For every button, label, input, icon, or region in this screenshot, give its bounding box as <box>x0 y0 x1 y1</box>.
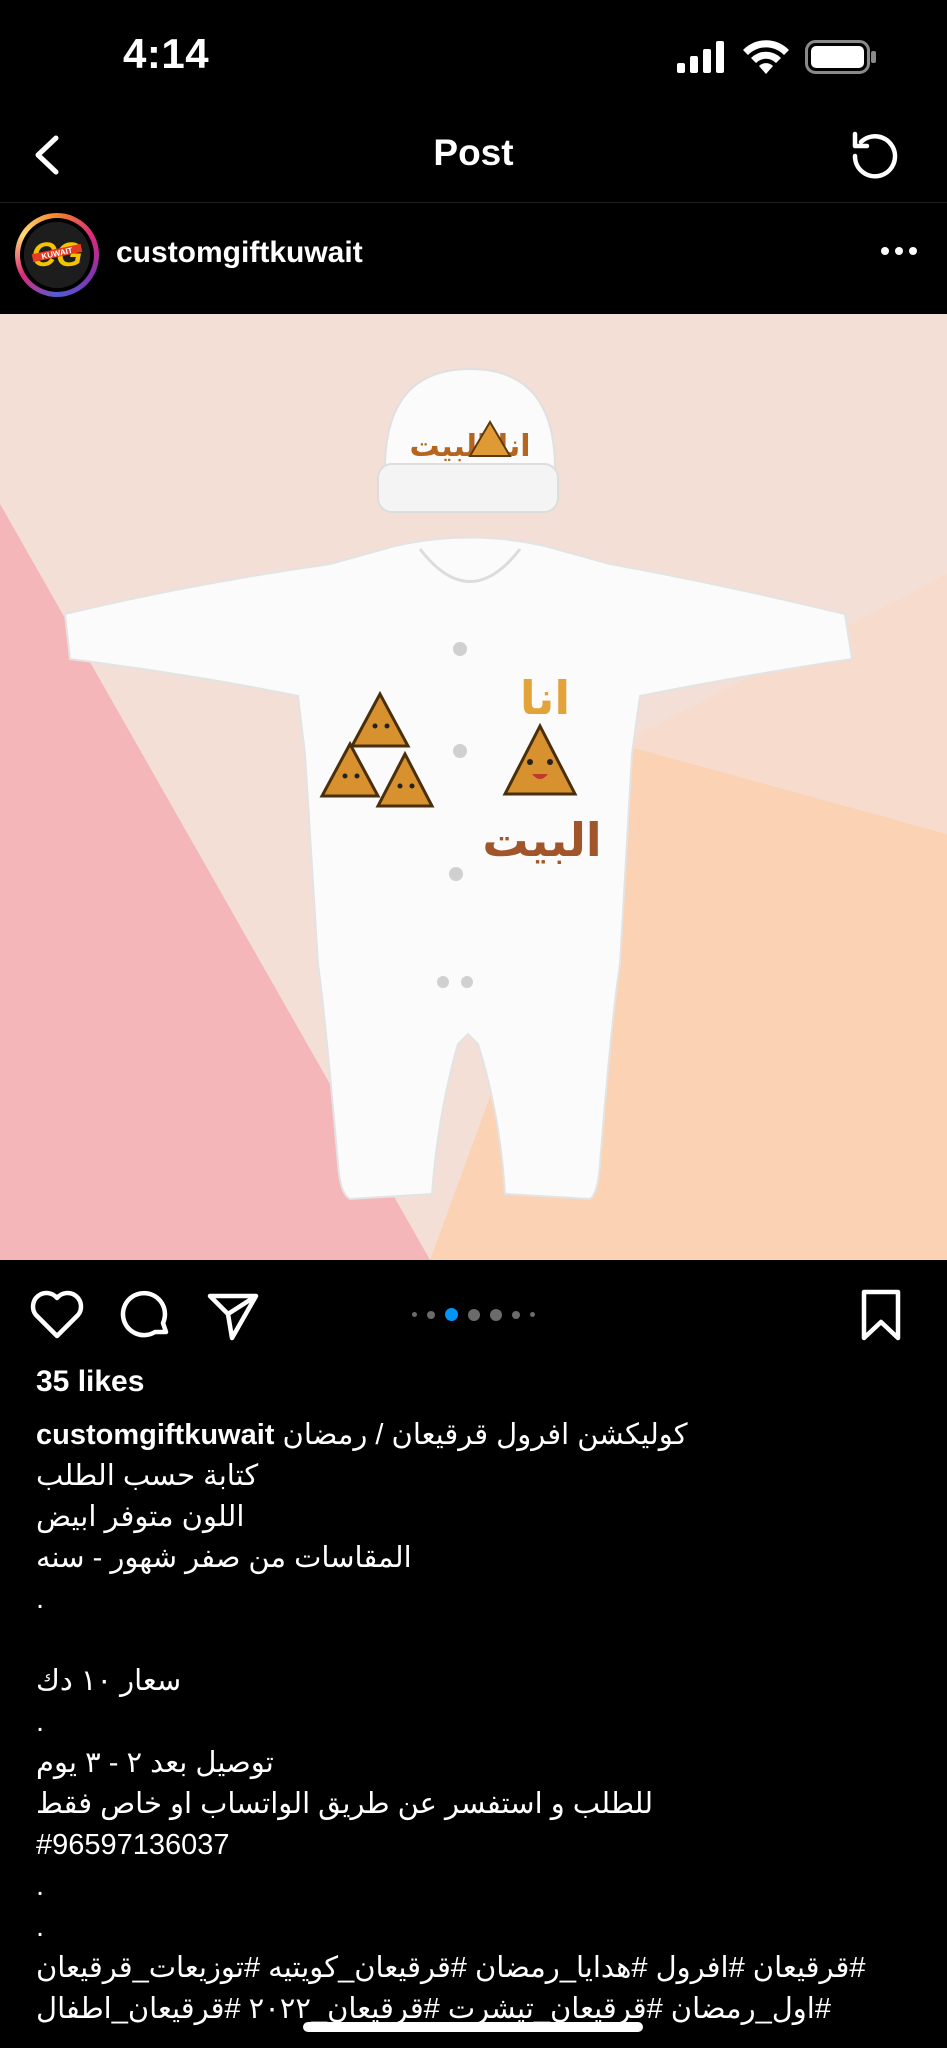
likes-count[interactable]: 35 likes <box>36 1365 144 1399</box>
status-bar: 4:14 <box>0 0 947 110</box>
caption-line: اللون متوفر ابيض <box>36 1501 245 1533</box>
carousel-dot <box>427 1310 435 1319</box>
status-icons <box>677 40 877 74</box>
post-actions <box>0 1266 947 1366</box>
refresh-icon[interactable] <box>847 126 903 182</box>
carousel-dot <box>468 1308 480 1321</box>
caption-first-line: customgiftkuwait كوليكشن افرول قرقيعان /… <box>36 1415 916 1456</box>
brand-logo: CG KUWAIT <box>24 222 90 288</box>
caption-text: كوليكشن افرول قرقيعان / رمضان <box>282 1419 688 1451</box>
page-title: Post <box>433 132 514 173</box>
caption-line: . <box>36 1583 45 1615</box>
caption-line: . <box>36 1870 45 1902</box>
caption-line: المقاسات من صفر شهور - سنه <box>36 1542 412 1574</box>
status-time: 4:14 <box>123 30 210 77</box>
carousel-dot-active <box>445 1308 458 1321</box>
caption-line: سعار ١٠ دك <box>36 1665 182 1697</box>
more-options-icon[interactable] <box>879 244 919 258</box>
caption-line: توصيل بعد ٢ - ٣ يوم <box>36 1747 274 1779</box>
post-caption: customgiftkuwait كوليكشن افرول قرقيعان /… <box>36 1415 916 2030</box>
caption-line: . <box>36 1706 45 1738</box>
avatar[interactable]: CG KUWAIT <box>15 213 99 297</box>
carousel-indicator <box>0 1308 947 1321</box>
post-image[interactable]: انا البيت انا البيت <box>0 314 947 1260</box>
nav-bar: Post <box>0 110 947 203</box>
carousel-dot <box>412 1312 417 1317</box>
wifi-icon <box>743 40 789 74</box>
bookmark-icon[interactable] <box>852 1286 910 1344</box>
signal-icon <box>677 41 724 73</box>
caption-line: . <box>36 1911 45 1943</box>
battery-icon <box>805 40 876 74</box>
post-header: CG KUWAIT customgiftkuwait <box>0 204 947 312</box>
caption-line: للطلب و استفسر عن طريق الواتساب او خاص ف… <box>36 1788 654 1820</box>
carousel-dot <box>530 1312 535 1317</box>
caption-line: كتابة حسب الطلب <box>36 1460 259 1492</box>
post-username[interactable]: customgiftkuwait <box>116 236 363 270</box>
screen: 4:14 Post KUWAIT customgiftkuwait انا ال… <box>0 0 947 2048</box>
carousel-dot <box>512 1310 520 1319</box>
onesie-text-top: انا <box>520 671 570 725</box>
hat-text: انا البيت <box>409 429 530 464</box>
carousel-dot <box>490 1308 502 1321</box>
caption-hashtags[interactable]: #قرقيعان #افرول #هدايا_رمضان #قرقيعان_كو… <box>36 1948 866 1989</box>
caption-phone[interactable]: #96597136037 <box>36 1829 230 1861</box>
home-indicator[interactable] <box>303 2022 643 2032</box>
onesie-text-bottom: البيت <box>482 813 601 867</box>
caption-username[interactable]: customgiftkuwait <box>36 1419 274 1451</box>
